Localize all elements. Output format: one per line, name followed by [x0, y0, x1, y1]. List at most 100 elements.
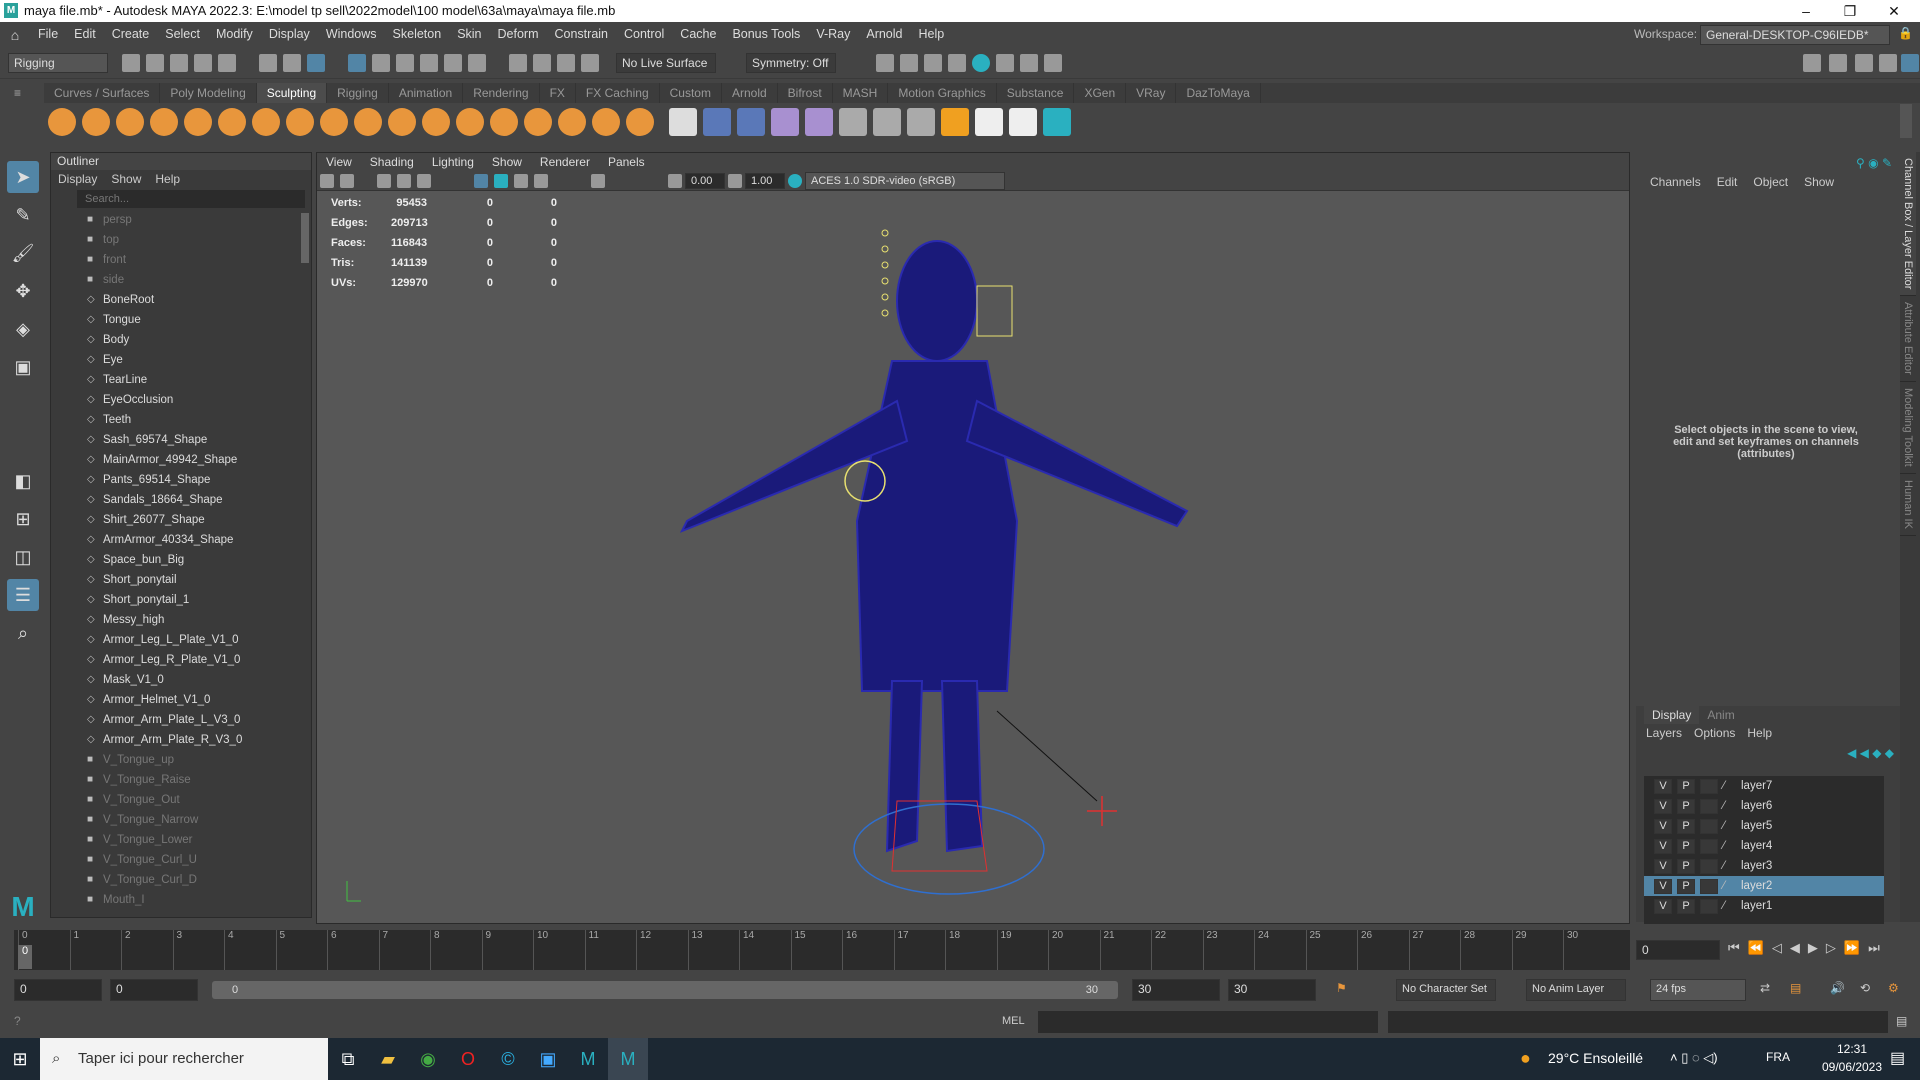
shelf-tool-icon[interactable]	[703, 108, 731, 136]
sculpt-tool-icon[interactable]	[320, 108, 348, 136]
menu-constrain[interactable]: Constrain	[547, 22, 617, 47]
layer-playback-toggle[interactable]: P	[1677, 838, 1695, 854]
modeling-toolkit-icon[interactable]	[1803, 53, 1821, 72]
shelf-tab-xgen[interactable]: XGen	[1074, 83, 1127, 103]
sculpt-tool-icon[interactable]	[116, 108, 144, 136]
layer-color-icon[interactable]: ⁄	[1723, 800, 1737, 812]
sculpt-tool-icon[interactable]	[490, 108, 518, 136]
layer-name[interactable]: layer4	[1741, 840, 1772, 852]
render-view-icon[interactable]	[876, 53, 894, 72]
layer-visibility-toggle[interactable]: V	[1654, 798, 1672, 814]
layer-color-icon[interactable]: ⁄	[1723, 820, 1737, 832]
sculpt-tool-icon[interactable]	[388, 108, 416, 136]
outliner-item[interactable]: ◇ Sandals_18664_Shape	[51, 490, 311, 510]
outliner-item[interactable]: ◇ Armor_Leg_L_Plate_V1_0	[51, 630, 311, 650]
layer-row[interactable]: V P ⁄ layer3	[1644, 856, 1884, 876]
current-frame-field[interactable]: 0	[1636, 940, 1720, 960]
redo-icon[interactable]	[218, 53, 236, 72]
outliner-item[interactable]: ◇ MainArmor_49942_Shape	[51, 450, 311, 470]
render-setup-icon[interactable]	[996, 53, 1014, 72]
sculpt-tool-icon[interactable]	[218, 108, 246, 136]
shelf-tool-icon[interactable]	[737, 108, 765, 136]
channel-box-icon[interactable]	[1901, 53, 1919, 72]
viewport-menu-renderer[interactable]: Renderer	[531, 153, 599, 171]
snap-curve-icon[interactable]	[372, 53, 390, 72]
menu-arnold[interactable]: Arnold	[858, 22, 910, 47]
layer-name[interactable]: layer1	[1741, 900, 1772, 912]
ipr-render-icon[interactable]	[924, 53, 942, 72]
paint-select-icon[interactable]: 🖌	[7, 237, 39, 269]
workspace-select[interactable]: General-DESKTOP-C96IEDB*	[1700, 25, 1890, 45]
human-ik-icon[interactable]	[1829, 53, 1847, 72]
film-gate-icon[interactable]	[397, 173, 411, 188]
snap-view-icon[interactable]	[420, 53, 438, 72]
hypershade-icon[interactable]	[972, 53, 990, 72]
shelf-tab-custom[interactable]: Custom	[660, 83, 722, 103]
two-view-icon[interactable]: ◫	[7, 541, 39, 573]
layer-playback-toggle[interactable]: P	[1677, 878, 1695, 894]
layer-row[interactable]: V P ⁄ layer5	[1644, 816, 1884, 836]
shelf-tool-icon[interactable]	[805, 108, 833, 136]
task-view-icon[interactable]: ⧉	[328, 1038, 368, 1080]
pause-icon[interactable]	[1044, 53, 1062, 72]
shelf-tab-animation[interactable]: Animation	[389, 83, 464, 103]
shelf-tab-bifrost[interactable]: Bifrost	[778, 83, 833, 103]
preferences-icon[interactable]: ⚙	[1888, 981, 1899, 995]
attribute-editor-icon[interactable]	[1855, 53, 1873, 72]
outliner-item[interactable]: ◇ BoneRoot	[51, 290, 311, 310]
grid-icon[interactable]	[377, 173, 391, 188]
outliner-item[interactable]: ◇ Armor_Leg_R_Plate_V1_0	[51, 650, 311, 670]
select-component-icon[interactable]	[307, 53, 325, 72]
outliner-item[interactable]: ◇ TearLine	[51, 370, 311, 390]
channel-menu-edit[interactable]: Edit	[1709, 175, 1746, 189]
camera-attr-icon[interactable]	[340, 173, 354, 188]
select-tool-icon[interactable]: ➤	[7, 161, 39, 193]
outliner-layout-icon[interactable]: ☰	[7, 579, 39, 611]
sculpt-tool-icon[interactable]	[422, 108, 450, 136]
layer-playback-toggle[interactable]: P	[1677, 898, 1695, 914]
resolution-gate-icon[interactable]	[417, 173, 431, 188]
lights-icon[interactable]	[534, 173, 548, 188]
isolate-icon[interactable]	[591, 173, 605, 188]
layer-visibility-toggle[interactable]: V	[1654, 878, 1672, 894]
time-slider[interactable]: 0 1 2 3 4 5 6 7 8 9 10 11 12 13 14 15 16 17 18 19 20 21 22 23 24…	[14, 930, 1630, 970]
shelf-menu-icon[interactable]: ≡	[14, 86, 21, 100]
character-set-select[interactable]: No Character Set	[1396, 979, 1496, 1001]
menu-create[interactable]: Create	[104, 22, 158, 47]
menu-display[interactable]: Display	[261, 22, 318, 47]
outliner-item[interactable]: ◇ Eye	[51, 350, 311, 370]
viewport-menu-show[interactable]: Show	[483, 153, 531, 171]
viewport-menu-shading[interactable]: Shading	[361, 153, 423, 171]
shelf-tab-curves-surfaces[interactable]: Curves / Surfaces	[44, 83, 161, 103]
camera-icon[interactable]	[320, 173, 334, 188]
exposure-field[interactable]: 0.00	[685, 172, 725, 189]
sound-icon[interactable]: 🔊	[1830, 981, 1845, 995]
shelf-tab-daztomaya[interactable]: DazToMaya	[1176, 83, 1261, 103]
outliner-item[interactable]: ◇ Teeth	[51, 410, 311, 430]
layer-tool-icons[interactable]: ◀ ◀ ◆ ◆	[1847, 746, 1894, 760]
rotate-tool-icon[interactable]: ◈	[7, 313, 39, 345]
layer-color-icon[interactable]: ⁄	[1723, 840, 1737, 852]
current-time-marker[interactable]: 0	[18, 945, 32, 969]
sculpt-tool-icon[interactable]	[558, 108, 586, 136]
range-slider[interactable]: 0 30	[212, 981, 1118, 999]
outliner-item[interactable]: ■ Mouth_I	[51, 890, 311, 910]
channel-menu-channels[interactable]: Channels	[1642, 175, 1709, 189]
menu-control[interactable]: Control	[616, 22, 672, 47]
exposure-icon[interactable]	[668, 173, 682, 188]
anim-end-field[interactable]: 30	[1228, 979, 1316, 1001]
outliner-item[interactable]: ◇ EyeOcclusion	[51, 390, 311, 410]
layer-row[interactable]: V P ⁄ layer4	[1644, 836, 1884, 856]
outliner-item[interactable]: ■ V_Tongue_Lower	[51, 830, 311, 850]
textured-icon[interactable]	[514, 173, 528, 188]
side-tab-human-ik[interactable]: Human IK	[1900, 474, 1916, 536]
auto-key-icon[interactable]: ⚑	[1336, 981, 1347, 995]
input-ops-icon[interactable]	[533, 53, 551, 72]
snap-surface-icon[interactable]	[444, 53, 462, 72]
script-editor-icon[interactable]: ▤	[1896, 1014, 1907, 1028]
sculpt-tool-icon[interactable]	[48, 108, 76, 136]
shelf-tab-sculpting[interactable]: Sculpting	[256, 83, 328, 103]
app-icon[interactable]: ▣	[528, 1038, 568, 1080]
layer-playback-toggle[interactable]: P	[1677, 798, 1695, 814]
outliner-item[interactable]: ◇ Messy_high	[51, 610, 311, 630]
